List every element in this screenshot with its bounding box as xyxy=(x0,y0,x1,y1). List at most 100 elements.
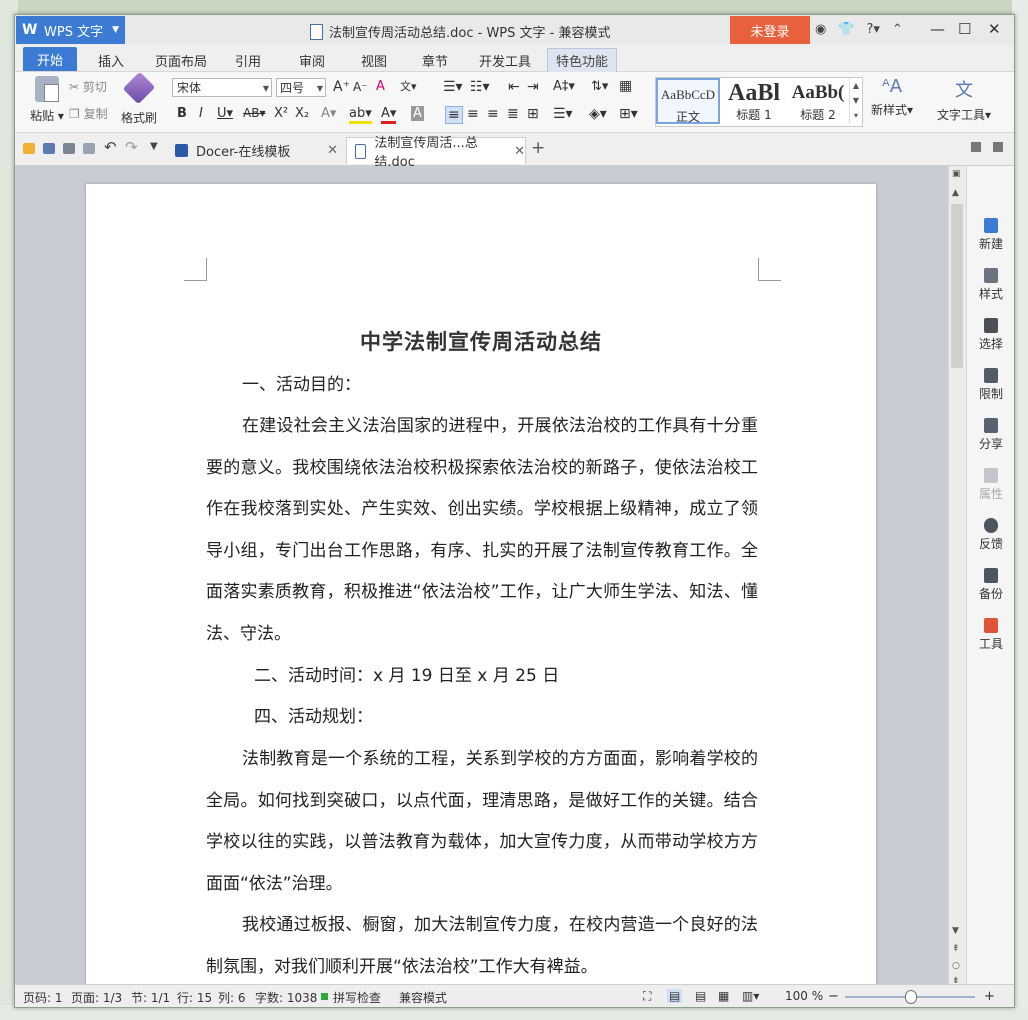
scroll-top-icon[interactable]: ▣ xyxy=(952,169,961,179)
sort-icon[interactable]: ⇅▾ xyxy=(591,79,608,94)
italic-icon[interactable]: I xyxy=(199,106,203,121)
close-icon[interactable]: ✕ xyxy=(988,20,1001,38)
tab-insert[interactable]: 插入 xyxy=(98,51,124,70)
grow-font-icon[interactable]: A⁺ xyxy=(333,79,350,95)
style-gallery-scroll[interactable]: ▲ ▼ ▾ xyxy=(849,78,862,124)
app-menu-button[interactable]: W WPS 文字 ▼ xyxy=(16,16,125,44)
web-view-icon[interactable]: ▦ xyxy=(718,989,729,1003)
tab-references[interactable]: 引用 xyxy=(235,51,261,70)
shrink-font-icon[interactable]: A⁻ xyxy=(353,80,368,94)
status-pages[interactable]: 页面: 1/3 xyxy=(71,989,122,1006)
browse-object-icon[interactable]: ○ xyxy=(952,961,960,971)
zoom-slider-knob[interactable] xyxy=(905,990,917,1004)
tab-view[interactable]: 视图 xyxy=(361,51,387,70)
align-right-icon[interactable]: ≡ xyxy=(487,106,499,122)
panel-menu-icon[interactable] xyxy=(993,142,1003,152)
scroll-up-icon[interactable]: ▲ xyxy=(952,188,959,198)
sidebar-properties[interactable]: 属性 xyxy=(967,468,1014,502)
skin-shirt-icon[interactable]: 👕 xyxy=(838,22,854,37)
help-circle-icon[interactable]: ◉ xyxy=(815,22,826,37)
print-preview-icon[interactable] xyxy=(83,143,95,154)
sidebar-new[interactable]: 新建 xyxy=(967,218,1014,252)
text-effect-icon[interactable]: A▾ xyxy=(321,106,336,121)
status-spell[interactable]: 拼写检查 xyxy=(333,989,381,1006)
minimize-icon[interactable]: — xyxy=(930,20,945,38)
save-icon[interactable] xyxy=(43,143,55,154)
text-tools-button[interactable]: 文 文字工具▾ xyxy=(933,76,995,123)
print-icon[interactable] xyxy=(63,143,75,154)
collapse-ribbon-icon[interactable]: ⌃ xyxy=(892,22,903,37)
underline-icon[interactable]: U▾ xyxy=(217,106,233,121)
style-normal[interactable]: AaBbCcD 正文 xyxy=(656,78,720,124)
font-color-icon[interactable]: A▾ xyxy=(381,106,397,124)
clear-format-icon[interactable]: A xyxy=(376,79,385,94)
char-shading-icon[interactable]: A xyxy=(411,106,424,121)
justify-icon[interactable]: ≣ xyxy=(507,106,519,122)
sidebar-styles[interactable]: 样式 xyxy=(967,268,1014,302)
tab-home[interactable]: 开始 xyxy=(23,47,78,71)
char-spacing-icon[interactable]: A‡▾ xyxy=(553,79,575,94)
sidebar-backup[interactable]: 备份 xyxy=(967,568,1014,602)
page-view-icon[interactable]: ▤ xyxy=(667,989,683,1003)
table-grid-icon[interactable]: ▦ xyxy=(619,78,632,94)
style-heading-1[interactable]: AaBl 标题 1 xyxy=(722,78,786,124)
open-folder-icon[interactable] xyxy=(23,143,35,154)
tab-review[interactable]: 审阅 xyxy=(299,51,325,70)
scroll-down-icon[interactable]: ▼ xyxy=(952,926,959,936)
zoom-level[interactable]: 100 % xyxy=(785,989,823,1003)
login-button[interactable]: 未登录 xyxy=(730,16,810,44)
highlight-icon[interactable]: ab▾ xyxy=(349,106,372,124)
doc-tab-active[interactable]: 法制宣传周活...总结.doc ✕ xyxy=(346,136,526,170)
distribute-icon[interactable]: ⊞ xyxy=(527,106,539,122)
undo-icon[interactable]: ↶ xyxy=(104,138,117,156)
font-size-select[interactable]: 四号 ▼ xyxy=(276,78,326,97)
tab-special-features[interactable]: 特色功能 xyxy=(547,48,618,72)
fullscreen-icon[interactable]: ⛶ xyxy=(643,989,651,1004)
restore-panel-icon[interactable] xyxy=(971,142,981,152)
tab-chapter[interactable]: 章节 xyxy=(422,51,448,70)
number-list-icon[interactable]: ☷▾ xyxy=(470,79,490,95)
doc-tab-docer[interactable]: Docer-在线模板 ✕ xyxy=(167,137,342,163)
sidebar-feedback[interactable]: 反馈 xyxy=(967,518,1014,552)
reading-view-icon[interactable]: ▥▾ xyxy=(742,989,759,1003)
cut-button[interactable]: ✂ 剪切 xyxy=(69,78,107,95)
superscript-icon[interactable]: X² xyxy=(274,106,288,121)
maximize-icon[interactable]: ☐ xyxy=(958,20,971,38)
pinyin-icon[interactable]: 文▾ xyxy=(400,78,417,94)
customize-qat-icon[interactable]: ▼ xyxy=(150,141,158,152)
scroll-thumb[interactable] xyxy=(951,204,963,368)
strikethrough-icon[interactable]: AB▾ xyxy=(243,106,265,120)
question-icon[interactable]: ?▾ xyxy=(867,22,880,37)
sidebar-restrict[interactable]: 限制 xyxy=(967,368,1014,402)
copy-button[interactable]: ❐ 复制 xyxy=(69,105,108,122)
vertical-scrollbar[interactable]: ▣ ▲ ▼ ⇞ ○ ⇟ xyxy=(948,166,966,986)
new-style-button[interactable]: ᴬA 新样式▾ xyxy=(867,76,917,118)
close-tab-icon[interactable]: ✕ xyxy=(514,144,525,159)
outline-view-icon[interactable]: ▤ xyxy=(695,989,706,1003)
line-spacing-icon[interactable]: ☰▾ xyxy=(553,106,573,122)
sidebar-share[interactable]: 分享 xyxy=(967,418,1014,452)
borders-icon[interactable]: ⊞▾ xyxy=(619,106,638,122)
close-tab-icon[interactable]: ✕ xyxy=(327,143,338,158)
outdent-icon[interactable]: ⇤ xyxy=(508,79,520,95)
redo-icon[interactable]: ↷ xyxy=(125,138,138,156)
font-name-select[interactable]: 宋体 ▼ xyxy=(172,78,272,97)
bullet-list-icon[interactable]: ☰▾ xyxy=(443,79,463,95)
prev-page-icon[interactable]: ⇞ xyxy=(952,944,960,954)
tab-page-layout[interactable]: 页面布局 xyxy=(155,51,207,70)
new-tab-icon[interactable]: + xyxy=(531,138,545,158)
status-words[interactable]: 字数: 1038 xyxy=(255,989,317,1006)
style-heading-2[interactable]: AaBb( 标题 2 xyxy=(786,78,850,124)
shading-fill-icon[interactable]: ◈▾ xyxy=(589,106,607,122)
sidebar-tools[interactable]: 工具 xyxy=(967,618,1014,652)
zoom-out-icon[interactable]: − xyxy=(828,989,839,1004)
format-painter-button[interactable]: 格式刷 xyxy=(119,71,159,126)
tab-developer[interactable]: 开发工具 xyxy=(479,51,531,70)
subscript-icon[interactable]: X₂ xyxy=(295,106,309,121)
indent-icon[interactable]: ⇥ xyxy=(527,79,539,95)
paste-button[interactable]: 粘贴 ▾ xyxy=(27,76,67,124)
sidebar-select[interactable]: 选择 xyxy=(967,318,1014,352)
align-center-icon[interactable]: ≡ xyxy=(467,106,479,122)
align-left-icon[interactable]: ≡ xyxy=(445,106,463,124)
zoom-in-icon[interactable]: + xyxy=(984,989,995,1004)
